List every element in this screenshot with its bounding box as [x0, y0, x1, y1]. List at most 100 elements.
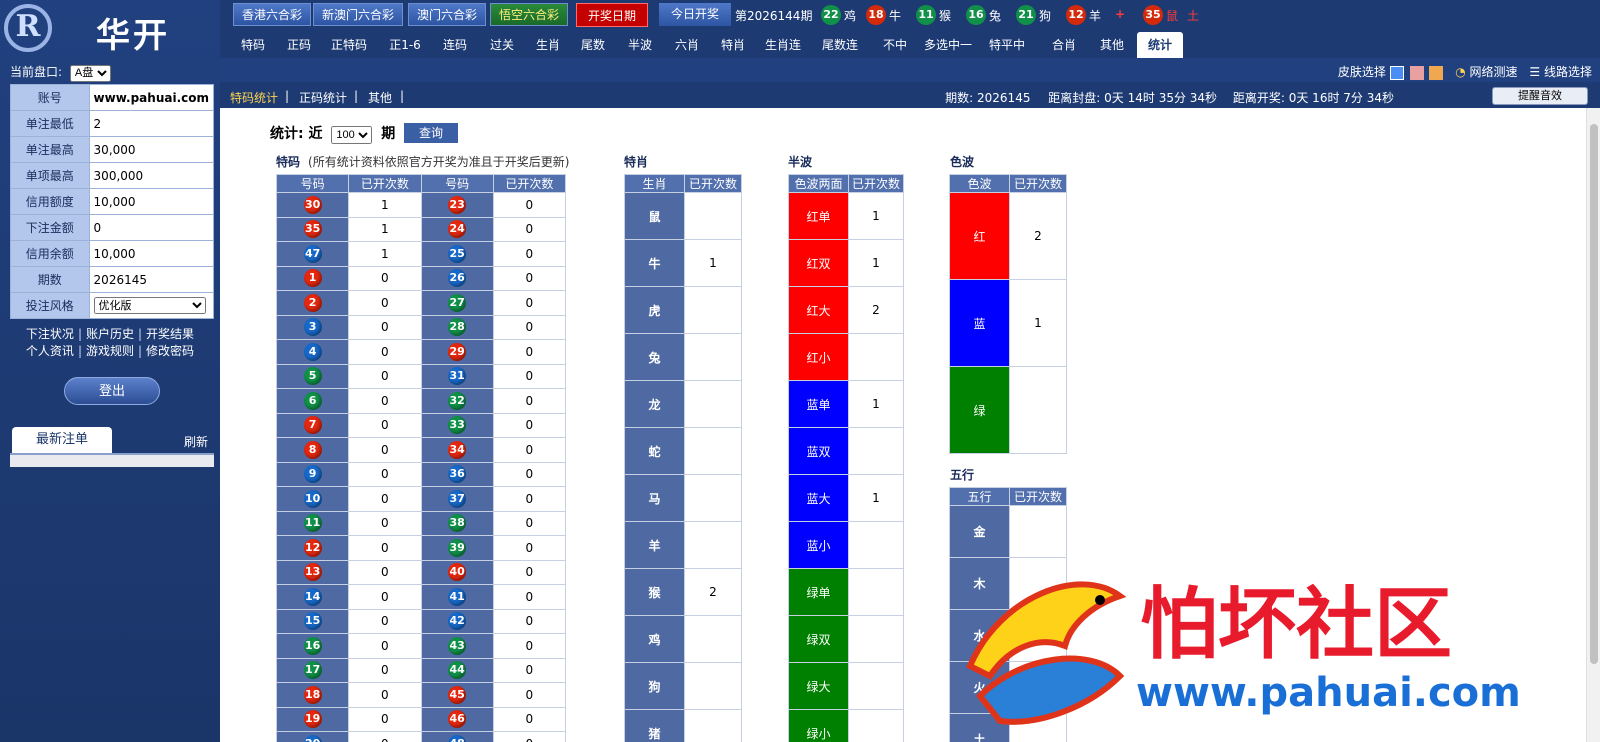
game-tab[interactable]: 正1-6: [381, 32, 429, 58]
net-test-link[interactable]: 网络测速: [1470, 65, 1518, 79]
query-button[interactable]: 查询: [404, 123, 458, 143]
ball-number: 18: [866, 5, 886, 25]
game-tab[interactable]: 生肖: [529, 32, 567, 58]
tema-number-cell: 5: [275, 363, 350, 389]
tema-ball: 41: [448, 587, 467, 606]
banbo-row: 蓝双: [788, 427, 904, 475]
remind-sound-button[interactable]: 提醒音效: [1492, 87, 1588, 105]
texiao-table: 生肖 已开次数鼠牛 1 虎兔龙蛇马羊猴 2 鸡狗猪: [624, 174, 742, 742]
game-tab[interactable]: 其他: [1093, 32, 1131, 58]
banbo-label-cell: 绿单: [788, 568, 849, 616]
texiao-row: 兔: [624, 333, 742, 381]
texiao-title: 特肖: [624, 155, 649, 169]
sebo-count-cell: 2: [1009, 192, 1067, 280]
texiao-count-cell: [684, 380, 742, 428]
skin-blue-option[interactable]: [1389, 65, 1404, 80]
tema-header: 号码: [275, 174, 350, 193]
game-tab[interactable]: 正特码: [323, 32, 375, 58]
tema-count-cell: 0: [348, 584, 422, 610]
account-value[interactable]: 优化版: [88, 292, 215, 319]
tema-count-cell: 0: [492, 388, 567, 414]
draw-date-button[interactable]: 开奖日期: [576, 3, 648, 27]
tema-row: 35 1 24 0: [275, 216, 567, 242]
subnav-zhengma-stat[interactable]: 正码统计: [299, 89, 347, 106]
stat-range-select[interactable]: 100: [331, 126, 373, 144]
texiao-row: 猪: [624, 709, 742, 742]
game-tab[interactable]: 连码: [435, 32, 475, 58]
game-tab[interactable]: 尾数连: [813, 32, 867, 58]
texiao-row: 羊: [624, 521, 742, 569]
logout-button[interactable]: 登出: [64, 377, 160, 405]
game-tab[interactable]: 正码: [279, 32, 319, 58]
wuxing-header-row: 五行 已开次数: [949, 487, 1067, 506]
latest-orders-panel: 最新注单 刷新: [10, 427, 214, 467]
game-tab[interactable]: 多选中一: [923, 32, 973, 58]
sidebar-link[interactable]: 个人资讯: [26, 344, 74, 358]
bet-style-select[interactable]: 优化版: [93, 297, 206, 314]
tema-ball: 7: [303, 416, 322, 435]
tema-number-cell: 41: [420, 584, 494, 610]
tema-ball: 32: [448, 391, 467, 410]
latest-orders-tab[interactable]: 最新注单: [12, 427, 112, 453]
account-key: 期数: [10, 266, 90, 293]
tema-number-cell: 24: [420, 216, 494, 242]
sebo-row: 蓝1: [949, 279, 1067, 367]
banbo-count-cell: [848, 615, 904, 663]
game-tab[interactable]: 合肖: [1041, 32, 1087, 58]
draw-extra-element: 土: [1187, 9, 1200, 23]
sidebar-link[interactable]: 账户历史: [86, 327, 134, 341]
link-separator: |: [138, 344, 143, 358]
game-tab[interactable]: 半波: [619, 32, 661, 58]
tema-ball: 30: [303, 195, 322, 214]
banbo-row: 蓝单 1: [788, 380, 904, 428]
texiao-header: 已开次数: [684, 174, 742, 193]
game-tab[interactable]: 六肖: [667, 32, 707, 58]
game-tab[interactable]: 特码: [233, 32, 273, 58]
tema-ball: 33: [448, 416, 467, 435]
game-tab[interactable]: 统计: [1137, 32, 1183, 58]
tema-count-cell: 0: [492, 559, 567, 585]
lottery-tab-macau[interactable]: 澳门六合彩: [408, 3, 487, 26]
pan-select[interactable]: A盘: [69, 64, 111, 82]
lottery-tab-hk[interactable]: 香港六合彩: [233, 3, 312, 26]
refresh-link[interactable]: 刷新: [184, 433, 208, 450]
game-tab[interactable]: 特肖: [713, 32, 753, 58]
skin-pink-option[interactable]: [1409, 65, 1424, 80]
sidebar-link[interactable]: 游戏规则: [86, 344, 134, 358]
account-row: 信用额度 10,000: [10, 188, 215, 215]
account-row: 单注最低 2: [10, 110, 215, 137]
game-tab[interactable]: 不中: [873, 32, 917, 58]
subnav-tema-stat[interactable]: 特码统计: [230, 89, 278, 106]
sidebar-link[interactable]: 开奖结果: [146, 327, 194, 341]
texiao-label-cell: 虎: [624, 286, 685, 334]
lottery-tab-new-macau[interactable]: 新澳门六合彩: [313, 3, 404, 26]
game-tab[interactable]: 过关: [481, 32, 523, 58]
tema-count-cell: 0: [348, 290, 422, 316]
texiao-count-cell: [684, 521, 742, 569]
game-tab[interactable]: 尾数: [573, 32, 613, 58]
account-row: 单项最高 300,000: [10, 162, 215, 189]
tema-row: 17 0 44 0: [275, 657, 567, 683]
tema-number-cell: 27: [420, 290, 494, 316]
tema-number-cell: 11: [275, 510, 350, 536]
banbo-label-cell: 绿大: [788, 662, 849, 710]
lottery-tab-wukong[interactable]: 悟空六合彩: [490, 3, 569, 26]
today-draw-button[interactable]: 今日开奖: [659, 3, 731, 26]
texiao-count-cell: [684, 615, 742, 663]
tema-number-cell: 6: [275, 388, 350, 414]
sidebar-link[interactable]: 下注状况: [26, 327, 74, 341]
game-tab[interactable]: 生肖连: [759, 32, 807, 58]
line-select-link[interactable]: 线路选择: [1544, 65, 1592, 79]
pan-row: 当前盘口: A盘: [10, 63, 111, 82]
tema-count-cell: 0: [492, 412, 567, 438]
tema-ball: 47: [303, 244, 322, 263]
sidebar-link[interactable]: 修改密码: [146, 344, 194, 358]
game-tab[interactable]: 特平中: [979, 32, 1035, 58]
tema-count-cell: 0: [492, 731, 567, 742]
banbo-count-cell: [848, 709, 904, 742]
skin-orange-option[interactable]: [1429, 65, 1444, 80]
tema-count-cell: 0: [348, 731, 422, 742]
subnav-other[interactable]: 其他: [368, 89, 392, 106]
ball-number: 11: [916, 5, 936, 25]
tema-row: 3 0 28 0: [275, 314, 567, 340]
